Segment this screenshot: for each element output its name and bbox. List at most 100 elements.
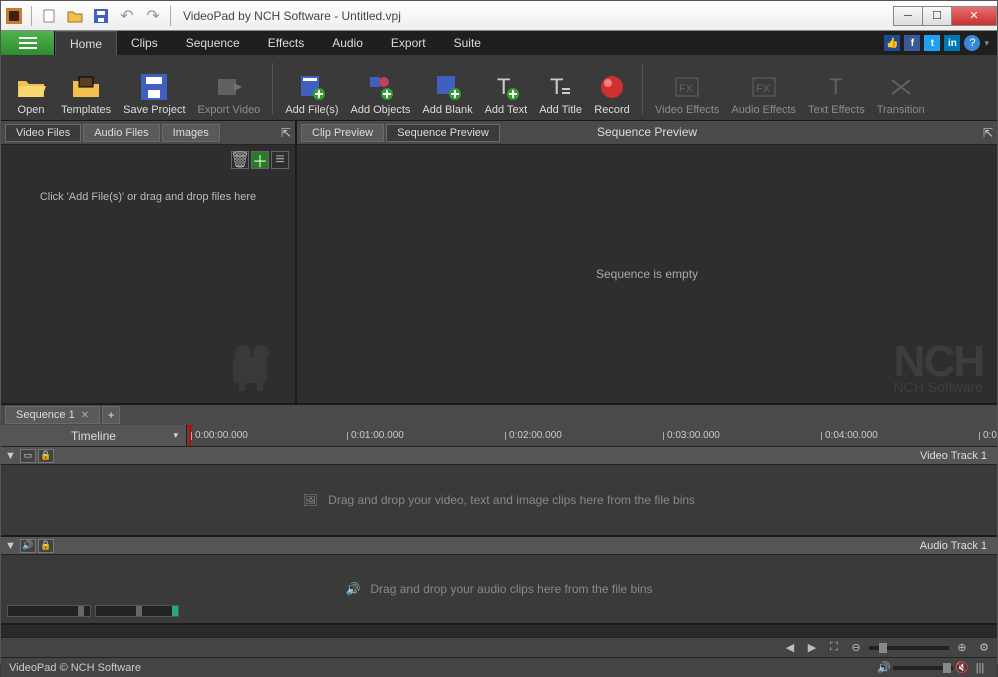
undo-icon[interactable]: ↶ xyxy=(118,7,136,25)
preview-popout-icon[interactable]: ⇱ xyxy=(983,126,993,140)
svg-text:T: T xyxy=(550,74,563,99)
add-sequence-button[interactable]: + xyxy=(102,406,120,424)
track-mute-icon[interactable]: 🔊 xyxy=(20,539,36,553)
speaker-icon: 🔊 xyxy=(345,582,360,596)
add-blank-button[interactable]: Add Blank xyxy=(416,57,478,120)
status-bar: VideoPad © NCH Software 🔊 🔇 ||| xyxy=(1,657,997,677)
record-button[interactable]: Record xyxy=(588,57,636,120)
open-button[interactable]: Open xyxy=(7,57,55,120)
master-volume-slider[interactable] xyxy=(893,666,953,670)
tab-audio-files[interactable]: Audio Files xyxy=(83,124,159,142)
zoom-in-icon[interactable]: ⊕ xyxy=(953,640,971,656)
audio-track-label: Audio Track 1 xyxy=(920,540,987,552)
minimize-button[interactable]: ─ xyxy=(893,6,923,26)
timeline-controls: ◀ ▶ ⛶ ⊖ ⊕ ⚙ xyxy=(1,637,997,657)
export-icon xyxy=(214,72,244,102)
track-lock-icon[interactable]: 🔒 xyxy=(38,539,54,553)
audio-track-body[interactable]: 🔊 Drag and drop your audio clips here fr… xyxy=(1,555,997,625)
menu-audio[interactable]: Audio xyxy=(318,31,377,55)
list-view-icon[interactable]: ≡ xyxy=(271,151,289,169)
text-fx-icon: T xyxy=(821,72,851,102)
timeline-ruler[interactable]: 0:00:00.000 0:01:00.000 0:02:00.000 0:03… xyxy=(187,425,997,446)
app-icon xyxy=(5,7,23,25)
twitter-icon[interactable]: t xyxy=(924,35,940,51)
add-text-icon: T xyxy=(491,72,521,102)
add-objects-button[interactable]: Add Objects xyxy=(345,57,417,120)
menu-effects[interactable]: Effects xyxy=(254,31,318,55)
templates-button[interactable]: Templates xyxy=(55,57,117,120)
tab-sequence-preview[interactable]: Sequence Preview xyxy=(386,124,500,142)
track-visible-icon[interactable]: ▭ xyxy=(20,449,36,463)
menu-home[interactable]: Home xyxy=(55,31,117,55)
close-button[interactable]: ✕ xyxy=(951,6,997,26)
add-icon[interactable]: ＋ xyxy=(251,151,269,169)
menu-clips[interactable]: Clips xyxy=(117,31,172,55)
help-icon[interactable]: ? xyxy=(964,35,980,51)
new-icon[interactable] xyxy=(40,7,58,25)
menu-export[interactable]: Export xyxy=(377,31,440,55)
volume-slider-right[interactable] xyxy=(95,605,179,617)
playhead[interactable] xyxy=(189,425,191,446)
audio-fx-icon: FX xyxy=(749,72,779,102)
volume-icon[interactable]: 🔊 xyxy=(875,660,893,676)
file-bins-panel: Video Files Audio Files Images ⇱ 🗑 ＋ ≡ C… xyxy=(1,121,297,403)
scroll-left-icon[interactable]: ◀ xyxy=(781,640,799,656)
sequence-tab-1[interactable]: Sequence 1✕ xyxy=(5,406,100,424)
record-icon xyxy=(597,72,627,102)
bins-drop-area[interactable]: 🗑 ＋ ≡ Click 'Add File(s)' or drag and dr… xyxy=(1,145,295,403)
facebook-icon[interactable]: f xyxy=(904,35,920,51)
add-text-button[interactable]: TAdd Text xyxy=(479,57,534,120)
save-icon[interactable] xyxy=(92,7,110,25)
sequence-tabs: Sequence 1✕ + xyxy=(1,403,997,425)
video-track-header[interactable]: ▼ ▭ 🔒 Video Track 1 xyxy=(1,447,997,465)
redo-icon[interactable]: ↷ xyxy=(144,7,162,25)
zoom-slider[interactable] xyxy=(869,646,949,650)
levels-icon[interactable]: ||| xyxy=(971,660,989,676)
add-files-button[interactable]: Add File(s) xyxy=(279,57,344,120)
export-video-button[interactable]: Export Video xyxy=(192,57,267,120)
collapse-icon[interactable]: ▼ xyxy=(5,450,16,462)
collapse-icon[interactable]: ▼ xyxy=(5,540,16,552)
tab-images[interactable]: Images xyxy=(162,124,220,142)
templates-icon xyxy=(71,72,101,102)
zoom-out-icon[interactable]: ⊖ xyxy=(847,640,865,656)
status-text: VideoPad © NCH Software xyxy=(9,662,141,674)
volume-slider-left[interactable] xyxy=(7,605,91,617)
linkedin-icon[interactable]: in xyxy=(944,35,960,51)
preview-panel: Clip Preview Sequence Preview ⇱ Sequence… xyxy=(297,121,997,403)
preview-empty-message: Sequence is empty xyxy=(596,267,698,281)
menu-sequence[interactable]: Sequence xyxy=(172,31,254,55)
add-title-button[interactable]: TAdd Title xyxy=(533,57,588,120)
audio-effects-button[interactable]: FXAudio Effects xyxy=(725,57,802,120)
tab-clip-preview[interactable]: Clip Preview xyxy=(301,124,384,142)
close-tab-icon[interactable]: ✕ xyxy=(81,410,89,421)
mute-icon[interactable]: 🔇 xyxy=(953,660,971,676)
zoom-fit-icon[interactable]: ⛶ xyxy=(825,640,843,656)
transition-button[interactable]: Transition xyxy=(871,57,931,120)
maximize-button[interactable]: ☐ xyxy=(922,6,952,26)
video-effects-button[interactable]: FXVideo Effects xyxy=(649,57,725,120)
add-blank-icon xyxy=(433,72,463,102)
like-icon[interactable]: 👍 xyxy=(884,35,900,51)
preview-title: Sequence Preview xyxy=(597,125,697,139)
tab-video-files[interactable]: Video Files xyxy=(5,124,81,142)
track-lock-icon[interactable]: 🔒 xyxy=(38,449,54,463)
scroll-right-icon[interactable]: ▶ xyxy=(803,640,821,656)
menu-bar: Home Clips Sequence Effects Audio Export… xyxy=(1,31,997,55)
menu-suite[interactable]: Suite xyxy=(440,31,495,55)
svg-text:T: T xyxy=(829,74,842,99)
dropdown-icon[interactable]: ▾ xyxy=(984,38,989,49)
delete-icon[interactable]: 🗑 xyxy=(231,151,249,169)
save-project-button[interactable]: Save Project xyxy=(117,57,191,120)
hamburger-menu[interactable] xyxy=(1,31,55,55)
transition-icon xyxy=(886,72,916,102)
window-title: VideoPad by NCH Software - Untitled.vpj xyxy=(175,9,894,23)
nch-watermark: NCH NCH Software xyxy=(894,344,983,395)
open-folder-icon[interactable] xyxy=(66,7,84,25)
timeline-mode-selector[interactable]: Timeline xyxy=(1,425,187,446)
text-effects-button[interactable]: TText Effects xyxy=(802,57,871,120)
settings-icon[interactable]: ⚙ xyxy=(975,640,993,656)
video-track-body[interactable]: 🖼 Drag and drop your video, text and ima… xyxy=(1,465,997,537)
audio-track-header[interactable]: ▼ 🔊 🔒 Audio Track 1 xyxy=(1,537,997,555)
popout-icon[interactable]: ⇱ xyxy=(281,126,291,140)
